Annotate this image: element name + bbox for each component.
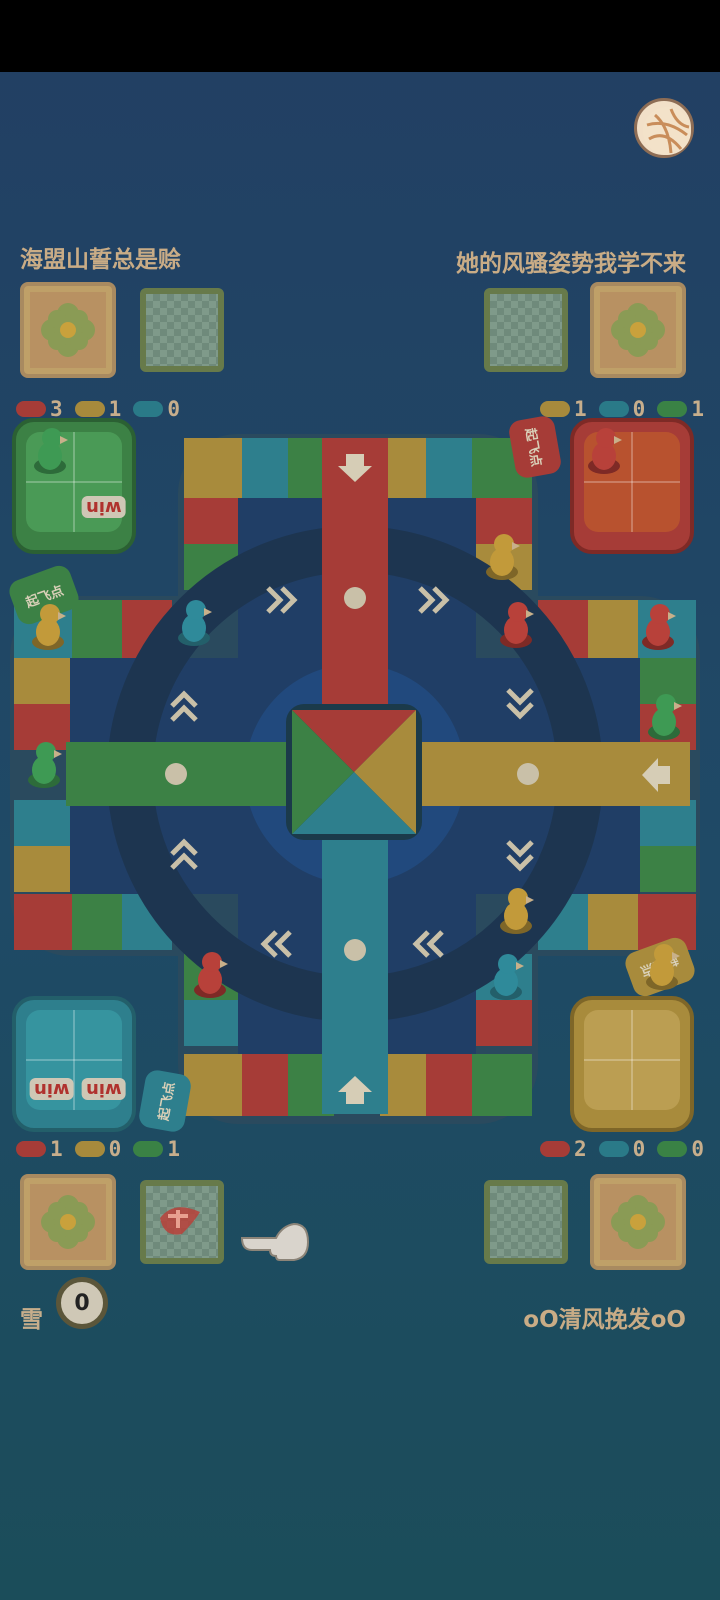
count-yellow: 1 <box>574 397 587 421</box>
flower-card-icon <box>30 1184 106 1260</box>
parrot-piece-icon[interactable] <box>582 424 626 476</box>
count-red: 1 <box>50 1137 63 1161</box>
player-name-top-left: 海盟山誓总是赊 <box>20 247 181 273</box>
flower-card-icon <box>600 1184 676 1260</box>
parrot-piece-icon[interactable] <box>22 738 66 790</box>
player-card-bottom-right[interactable] <box>590 1174 686 1270</box>
parrot-piece-icon[interactable] <box>640 940 684 992</box>
player-name-top-right: 她的风骚姿势我学不来 <box>456 251 686 277</box>
status-bar <box>0 0 720 72</box>
parrot-piece-icon[interactable] <box>188 948 232 1000</box>
hangar-yellow[interactable] <box>570 996 694 1132</box>
parrot-piece-icon[interactable] <box>28 424 72 476</box>
dice-tile-top-left[interactable] <box>140 288 224 372</box>
board-center <box>286 704 422 840</box>
count-blue: 0 <box>167 397 180 421</box>
piece-counter-bottom-right: 2 0 0 <box>540 1136 712 1162</box>
parrot-piece-icon[interactable] <box>172 596 216 648</box>
count-green: 1 <box>167 1137 180 1161</box>
win-badge: win <box>82 496 126 518</box>
dice-tile-top-right[interactable] <box>484 288 568 372</box>
parrot-piece-icon[interactable] <box>636 600 680 652</box>
parrot-piece-icon[interactable] <box>484 950 528 1002</box>
home-column-blue <box>322 814 388 1114</box>
dice-tile-self[interactable] <box>140 1180 224 1264</box>
dice-tile-bottom-right[interactable] <box>484 1180 568 1264</box>
player-card-bottom-left[interactable] <box>20 1174 116 1270</box>
player-card-top-left[interactable] <box>20 282 116 378</box>
count-red: 2 <box>574 1137 587 1161</box>
self-score-badge: 0 <box>56 1277 108 1329</box>
pointing-hand-icon <box>240 1222 310 1261</box>
count-yellow: 0 <box>108 1137 122 1161</box>
player-name-bottom-right: oO清风挽发oO <box>523 1307 686 1333</box>
parrot-piece-icon[interactable] <box>480 530 524 582</box>
flower-card-icon <box>600 292 676 368</box>
hangar-blue[interactable]: win win <box>12 996 136 1132</box>
parrot-piece-icon[interactable] <box>642 690 686 742</box>
player-card-top-right[interactable] <box>590 282 686 378</box>
count-green: 0 <box>691 1137 704 1161</box>
count-green: 1 <box>691 397 704 421</box>
win-badge: win <box>82 1078 126 1100</box>
self-player-name: 雪 <box>20 1307 43 1333</box>
piece-counter-bottom-left: 1 0 1 <box>16 1136 188 1162</box>
menu-button[interactable] <box>634 98 694 158</box>
takeoff-point-red: 起飞点 <box>507 414 563 480</box>
flower-card-icon <box>30 292 106 368</box>
game-screen: 海盟山誓总是赊 她的风骚姿势我学不来 oO清风挽发oO 3 1 0 1 0 1 <box>0 0 720 1600</box>
parrot-piece-icon[interactable] <box>494 884 538 936</box>
win-badge: win <box>30 1078 74 1100</box>
dice-roll-icon <box>160 1207 200 1235</box>
parrot-piece-icon[interactable] <box>26 600 70 652</box>
menu-ball-icon <box>643 107 691 155</box>
count-blue: 0 <box>632 1137 646 1161</box>
parrot-piece-icon[interactable] <box>494 598 538 650</box>
